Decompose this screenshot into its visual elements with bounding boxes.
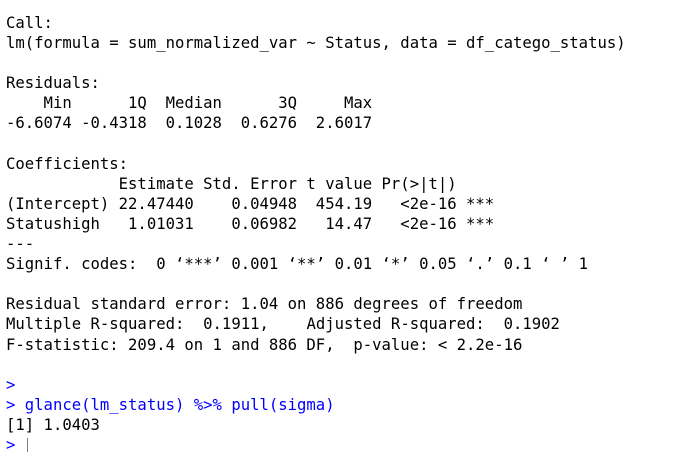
residual-standard-error: Residual standard error: 1.04 on 886 deg…: [6, 295, 523, 314]
r-console[interactable]: Call: lm(formula = sum_normalized_var ~ …: [6, 13, 696, 455]
command-line: > glance(lm_status) %>% pull(sigma): [6, 395, 335, 414]
console-input-line[interactable]: >: [6, 435, 696, 455]
coefficients-row-intercept: (Intercept) 22.47440 0.04948 454.19 <2e-…: [6, 194, 495, 213]
coefficients-row-statushigh: Statushigh 1.01031 0.06982 14.47 <2e-16 …: [6, 214, 495, 233]
current-prompt: >: [6, 435, 25, 454]
r-squared-line: Multiple R-squared: 0.1911, Adjusted R-s…: [6, 315, 570, 334]
residuals-header: Residuals:: [6, 74, 100, 93]
coefficients-columns: Estimate Std. Error t value Pr(>|t|): [6, 174, 495, 193]
residuals-labels: Min 1Q Median 3Q Max: [6, 94, 382, 113]
signif-codes: Signif. codes: 0 ‘***’ 0.001 ‘**’ 0.01 ‘…: [6, 255, 589, 274]
command-result: [1] 1.0403: [6, 415, 100, 434]
residuals-values: -6.6074 -0.4318 0.1028 0.6276 2.6017: [6, 114, 382, 133]
empty-prompt: >: [6, 375, 16, 394]
coefficients-header: Coefficients:: [6, 154, 129, 173]
call-header: Call:: [6, 14, 53, 32]
text-cursor: [26, 437, 28, 452]
call-formula: lm(formula = sum_normalized_var ~ Status…: [6, 34, 626, 53]
separator-line: ---: [6, 235, 35, 254]
lm-summary-output: Call: lm(formula = sum_normalized_var ~ …: [6, 13, 696, 375]
f-statistic-line: F-statistic: 209.4 on 1 and 886 DF, p-va…: [6, 335, 523, 354]
